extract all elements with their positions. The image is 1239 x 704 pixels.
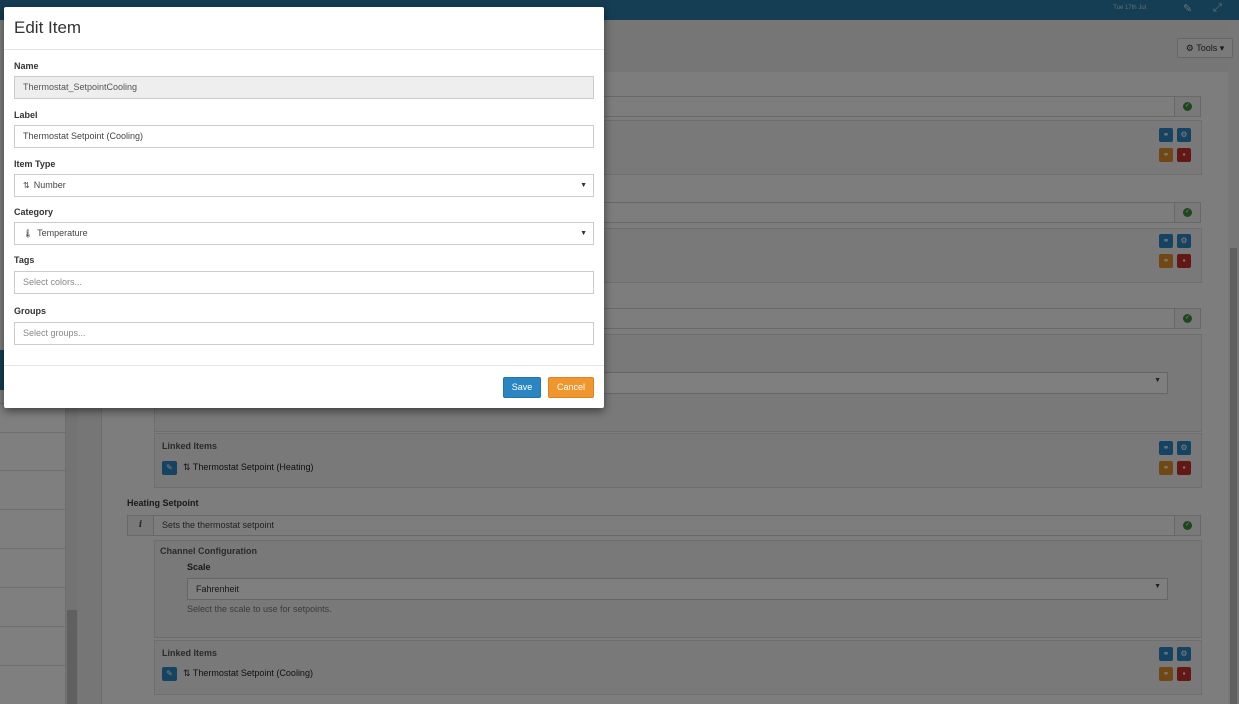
modal-title: Edit Item: [14, 18, 82, 37]
name-value: Thermostat_SetpointCooling: [23, 82, 138, 92]
item-type-label: Item Type: [14, 159, 56, 169]
tags-input[interactable]: [23, 277, 585, 287]
label-label: Label: [14, 110, 38, 120]
label-field[interactable]: Thermostat Setpoint (Cooling): [14, 125, 594, 148]
modal-footer: Save Cancel: [4, 365, 604, 408]
category-select[interactable]: 🌡 Temperature ▼: [14, 222, 594, 245]
name-field[interactable]: Thermostat_SetpointCooling: [14, 76, 594, 99]
groups-field[interactable]: [14, 322, 594, 345]
caret-down-icon: ▼: [580, 230, 587, 237]
thermometer-icon: 🌡: [23, 229, 34, 238]
save-button[interactable]: Save: [503, 377, 541, 398]
modal-header: Edit Item: [4, 7, 604, 50]
label-value: Thermostat Setpoint (Cooling): [23, 131, 144, 141]
item-type-value: Number: [33, 180, 66, 190]
tags-label: Tags: [14, 255, 35, 265]
name-label: Name: [14, 61, 39, 71]
category-value: Temperature: [37, 228, 88, 238]
edit-item-modal: Edit Item Name Thermostat_SetpointCoolin…: [4, 7, 604, 408]
caret-down-icon: ▼: [580, 182, 587, 189]
category-label: Category: [14, 207, 54, 217]
cancel-button[interactable]: Cancel: [548, 377, 594, 398]
groups-label: Groups: [14, 306, 47, 316]
sort-numeric-icon: ⇅: [23, 181, 30, 190]
item-type-select[interactable]: ⇅ Number ▼: [14, 174, 594, 197]
groups-input[interactable]: [23, 328, 585, 338]
tags-field[interactable]: [14, 271, 594, 294]
